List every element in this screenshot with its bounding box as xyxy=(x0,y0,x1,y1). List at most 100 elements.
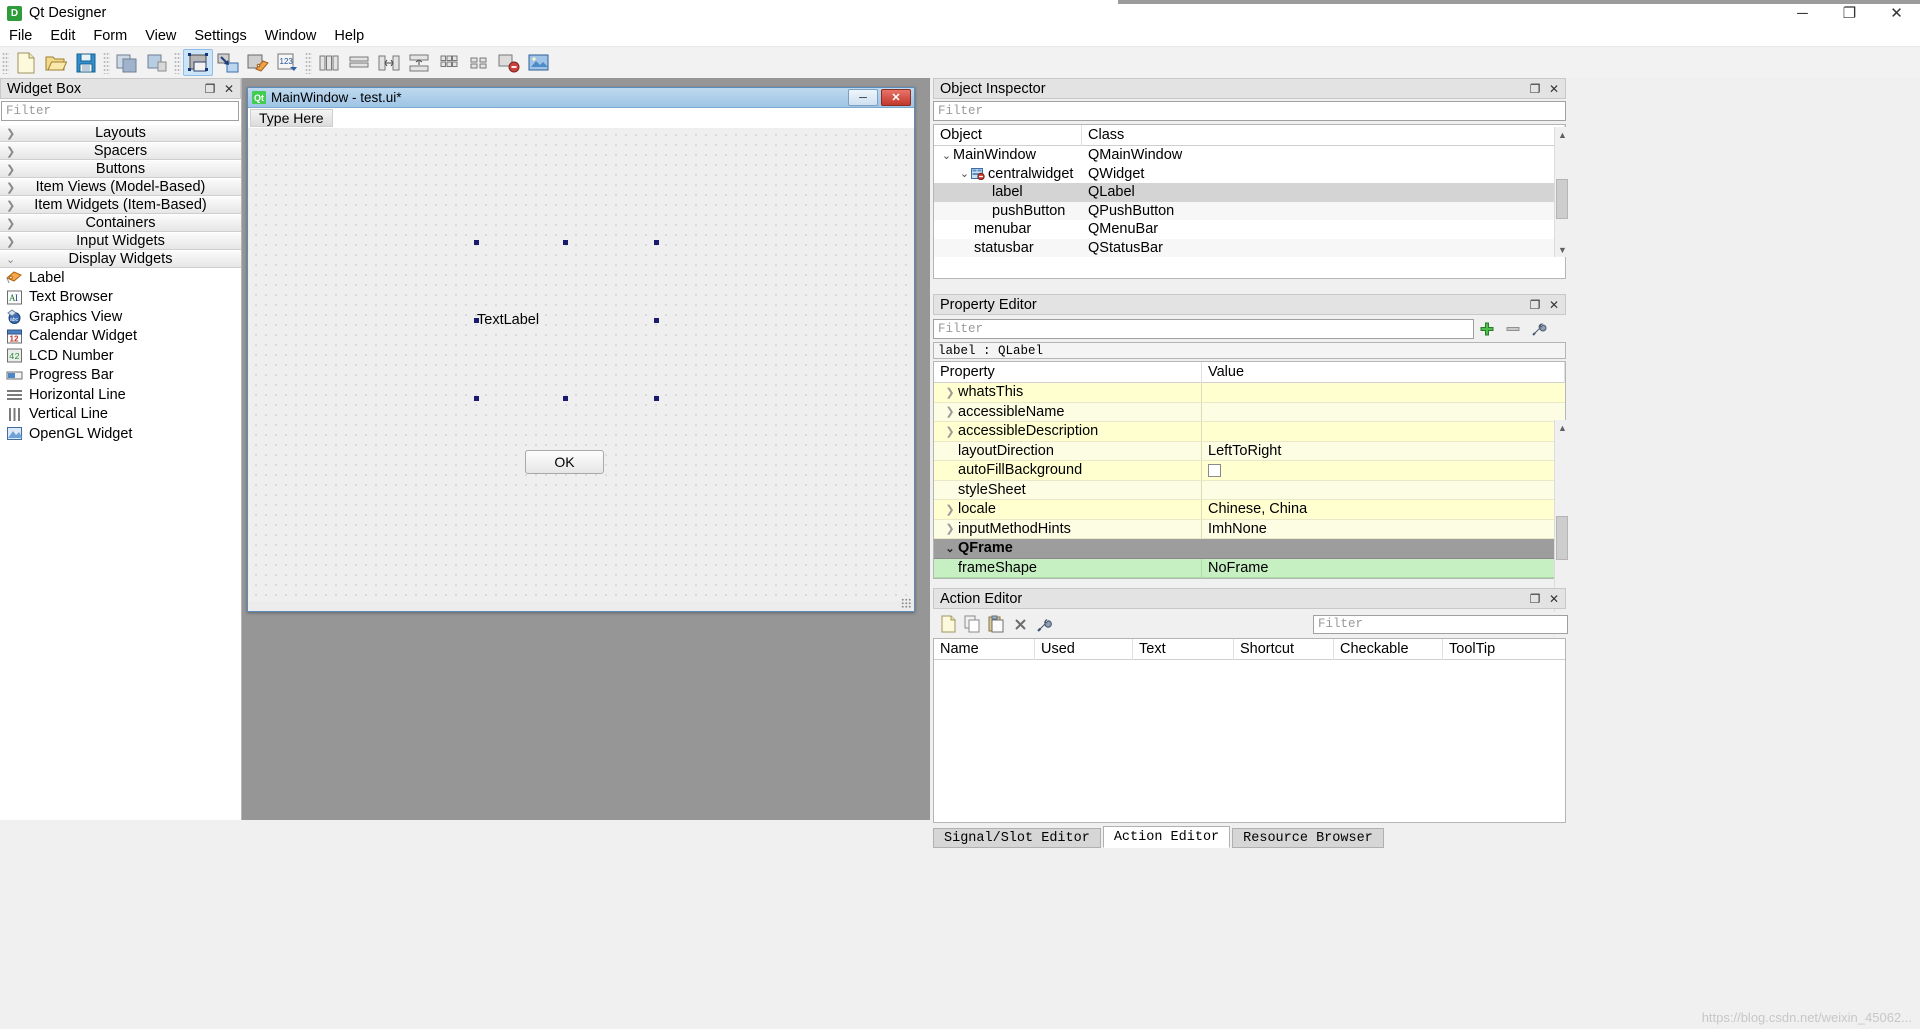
object-inspector-scrollbar[interactable]: ▲ ▼ xyxy=(1554,127,1570,257)
property-editor-close-button[interactable]: ✕ xyxy=(1546,297,1562,313)
widget-item-opengl-widget[interactable]: OpenGL Widget xyxy=(0,424,241,444)
form-close-button[interactable]: ✕ xyxy=(881,89,911,106)
property-editor-float-button[interactable]: ❐ xyxy=(1527,297,1543,313)
autofill-background-checkbox[interactable] xyxy=(1208,463,1221,477)
edit-tab-order-button[interactable]: 123 xyxy=(273,49,303,76)
widget-item-calendar-widget[interactable]: 12 Calendar Widget xyxy=(0,327,241,347)
widget-category-buttons[interactable]: ❯ Buttons xyxy=(0,160,241,178)
menu-file[interactable]: File xyxy=(0,26,41,46)
table-row[interactable]: ⌄ MainWindow QMainWindow xyxy=(934,146,1565,165)
edit-signals-slots-button[interactable] xyxy=(213,49,243,76)
form-resize-grip[interactable] xyxy=(901,598,911,608)
layout-splitter-h-button[interactable] xyxy=(374,49,404,76)
object-inspector-close-button[interactable]: ✕ xyxy=(1546,81,1562,97)
form-canvas[interactable]: TextLabel OK xyxy=(249,128,913,601)
open-form-button[interactable] xyxy=(41,49,71,76)
property-group-row[interactable]: ⌄ QFrame xyxy=(934,539,1565,559)
layout-grid-button[interactable] xyxy=(434,49,464,76)
chevron-right-icon[interactable]: ❯ xyxy=(942,405,958,418)
table-row[interactable]: ❯ whatsThis xyxy=(934,383,1565,403)
maximize-button[interactable]: ❐ xyxy=(1826,0,1873,26)
widget-item-vertical-line[interactable]: Vertical Line xyxy=(0,405,241,425)
redo-button[interactable] xyxy=(142,49,172,76)
widget-category-item-widgets[interactable]: ❯ Item Widgets (Item-Based) xyxy=(0,196,241,214)
table-row[interactable]: autoFillBackground xyxy=(934,461,1565,481)
copy-action-button[interactable] xyxy=(961,614,983,635)
menu-edit[interactable]: Edit xyxy=(41,26,84,46)
property-value[interactable] xyxy=(1202,481,1565,500)
property-value[interactable]: ImhNone xyxy=(1202,520,1565,539)
widget-category-item-views[interactable]: ❯ Item Views (Model-Based) xyxy=(0,178,241,196)
action-editor-close-button[interactable]: ✕ xyxy=(1546,591,1562,607)
property-value[interactable]: LeftToRight xyxy=(1202,442,1565,461)
widget-item-progress-bar[interactable]: Progress Bar xyxy=(0,366,241,386)
table-row[interactable]: styleSheet xyxy=(934,480,1565,500)
menu-help[interactable]: Help xyxy=(325,26,373,46)
toolbar-grip[interactable] xyxy=(2,51,9,74)
action-editor-float-button[interactable]: ❐ xyxy=(1527,591,1543,607)
widget-box-close-button[interactable]: ✕ xyxy=(221,81,237,97)
selection-handle-bottom-center[interactable] xyxy=(563,396,568,401)
edit-action-button[interactable] xyxy=(1033,614,1055,635)
table-row[interactable]: label QLabel xyxy=(934,183,1565,202)
object-inspector-tree[interactable]: Object Class ⌄ MainWindow QMainWindow ⌄ xyxy=(933,124,1566,279)
layout-splitter-v-button[interactable] xyxy=(404,49,434,76)
chevron-right-icon[interactable]: ❯ xyxy=(942,503,958,516)
menu-form[interactable]: Form xyxy=(84,26,136,46)
delete-action-button[interactable] xyxy=(1009,614,1031,635)
widget-box-filter-input[interactable]: Filter xyxy=(1,101,239,121)
table-row[interactable]: menubar QMenuBar xyxy=(934,220,1565,239)
tab-resource-browser[interactable]: Resource Browser xyxy=(1232,828,1384,848)
property-value[interactable] xyxy=(1202,422,1565,441)
property-value[interactable]: NoFrame xyxy=(1202,559,1565,578)
save-form-button[interactable] xyxy=(71,49,101,76)
tab-signal-slot-editor[interactable]: Signal/Slot Editor xyxy=(933,828,1101,848)
add-property-button[interactable] xyxy=(1474,321,1500,337)
property-value[interactable] xyxy=(1202,403,1565,422)
widget-category-input-widgets[interactable]: ❯ Input Widgets xyxy=(0,232,241,250)
chevron-down-icon[interactable]: ⌄ xyxy=(940,149,953,162)
layout-horizontally-button[interactable] xyxy=(314,49,344,76)
selection-handle-middle-right[interactable] xyxy=(654,318,659,323)
configure-property-button[interactable] xyxy=(1526,321,1552,337)
table-row[interactable]: ❯ locale Chinese, China xyxy=(934,500,1565,520)
selection-handle-bottom-right[interactable] xyxy=(654,396,659,401)
tab-action-editor[interactable]: Action Editor xyxy=(1102,826,1231,848)
scrollbar-thumb[interactable] xyxy=(1556,516,1568,560)
scrollbar-thumb[interactable] xyxy=(1556,179,1568,219)
table-row[interactable]: ⌄ centralwidget QWidget xyxy=(934,165,1565,184)
property-editor-table[interactable]: Property Value ❯ whatsThis ❯ accessibleNam… xyxy=(933,361,1566,579)
layout-vertically-button[interactable] xyxy=(344,49,374,76)
form-menu-type-here[interactable]: Type Here xyxy=(250,109,333,127)
property-value[interactable] xyxy=(1202,383,1565,402)
adjust-size-button[interactable] xyxy=(524,49,554,76)
chevron-down-icon[interactable]: ⌄ xyxy=(958,167,971,180)
table-row[interactable]: layoutDirection LeftToRight xyxy=(934,441,1565,461)
property-editor-filter-input[interactable]: Filter xyxy=(933,319,1474,339)
scroll-up-icon[interactable]: ▲ xyxy=(1555,420,1570,435)
widget-item-graphics-view[interactable]: abc Graphics View xyxy=(0,307,241,327)
selection-handle-top-left[interactable] xyxy=(474,240,479,245)
widget-category-containers[interactable]: ❯ Containers xyxy=(0,214,241,232)
menu-window[interactable]: Window xyxy=(256,26,326,46)
widget-item-horizontal-line[interactable]: Horizontal Line xyxy=(0,385,241,405)
paste-action-button[interactable] xyxy=(985,614,1007,635)
widget-category-display-widgets[interactable]: ⌄ Display Widgets xyxy=(0,250,241,268)
scroll-down-icon[interactable]: ▼ xyxy=(1555,242,1570,257)
property-value[interactable]: Chinese, China xyxy=(1202,500,1565,519)
scroll-up-icon[interactable]: ▲ xyxy=(1555,127,1570,142)
widget-box-float-button[interactable]: ❐ xyxy=(202,81,218,97)
chevron-right-icon[interactable]: ❯ xyxy=(942,522,958,535)
remove-property-button[interactable] xyxy=(1500,321,1526,337)
table-row[interactable]: frameShape NoFrame xyxy=(934,558,1565,578)
new-form-button[interactable] xyxy=(11,49,41,76)
widget-category-layouts[interactable]: ❯ Layouts xyxy=(0,124,241,142)
new-action-button[interactable] xyxy=(937,614,959,635)
action-editor-table[interactable]: Name Used Text Shortcut Checkable ToolTi… xyxy=(933,638,1566,823)
selection-handle-top-right[interactable] xyxy=(654,240,659,245)
table-row[interactable]: pushButton QPushButton xyxy=(934,201,1565,220)
minimize-button[interactable]: ─ xyxy=(1779,0,1826,26)
form-text-label[interactable]: TextLabel xyxy=(477,312,539,328)
object-inspector-float-button[interactable]: ❐ xyxy=(1527,81,1543,97)
form-window-title-bar[interactable]: Qt MainWindow - test.ui* ─ ✕ xyxy=(248,88,914,108)
